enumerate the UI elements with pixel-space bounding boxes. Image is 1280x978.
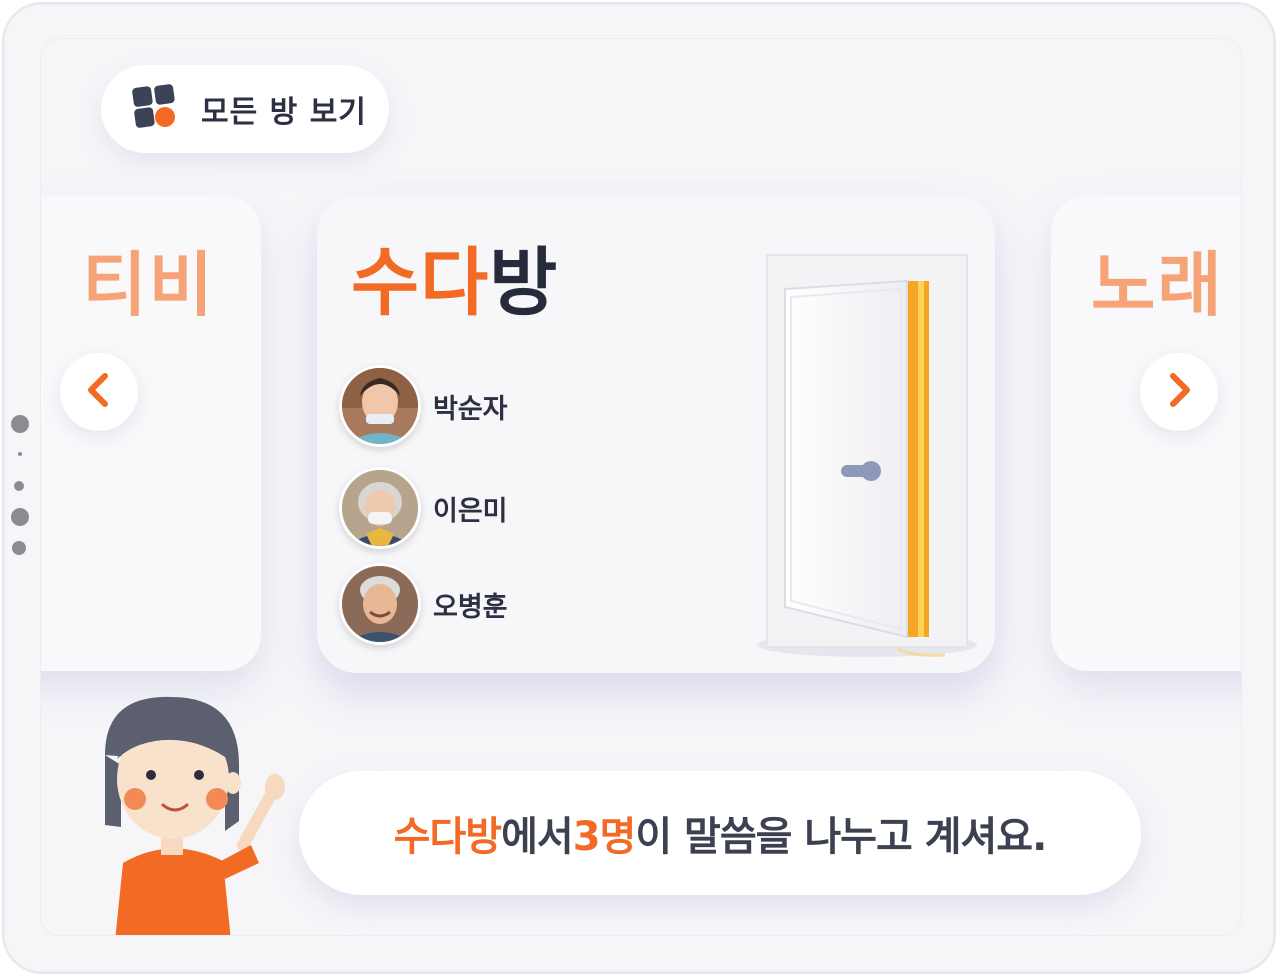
avatar bbox=[339, 467, 421, 549]
sensor-dot bbox=[12, 541, 26, 555]
member-item[interactable]: 박순자 bbox=[339, 365, 508, 447]
status-text: 이 말씀을 나누고 계셔요. bbox=[635, 814, 1047, 860]
chevron-right-icon bbox=[1159, 370, 1199, 414]
status-room-name: 수다방 bbox=[393, 814, 502, 860]
chevron-left-icon bbox=[79, 370, 119, 414]
room-card-chat[interactable]: 수다방 박순자 이은미 오병훈 bbox=[317, 195, 995, 673]
member-name: 박순자 bbox=[433, 393, 508, 425]
status-count: 3명 bbox=[572, 814, 637, 860]
avatar bbox=[339, 563, 421, 645]
camera-dot bbox=[11, 415, 29, 433]
room-card-karaoke[interactable]: 노래 bbox=[1051, 195, 1241, 671]
avatar bbox=[339, 365, 421, 447]
room-title: 수다방 bbox=[351, 223, 558, 330]
prev-room-button[interactable] bbox=[60, 353, 138, 431]
member-item[interactable]: 오병훈 bbox=[339, 563, 508, 645]
sensor-dot bbox=[14, 481, 24, 491]
room-title-rest: 방 bbox=[489, 240, 559, 326]
all-rooms-button[interactable]: 모든 방 보기 bbox=[101, 65, 389, 153]
status-message: 수다방 에서 3명 이 말씀을 나누고 계셔요. bbox=[299, 771, 1141, 895]
all-rooms-label: 모든 방 보기 bbox=[201, 95, 367, 130]
room-card-tv[interactable]: 티비 bbox=[41, 195, 261, 671]
member-item[interactable]: 이은미 bbox=[339, 467, 508, 549]
sensor-dot bbox=[11, 508, 29, 526]
guide-character-illustration bbox=[75, 695, 285, 935]
member-name: 오병훈 bbox=[433, 591, 508, 623]
room-title-accent: 수다 bbox=[351, 240, 490, 326]
sensor-dot bbox=[18, 452, 22, 456]
app-screen: 모든 방 보기 티비 노래 수다방 박순자 이은미 오병훈 수다방 에서 3명 … bbox=[40, 38, 1242, 936]
member-name: 이은미 bbox=[433, 495, 508, 527]
status-text: 에서 bbox=[501, 814, 574, 860]
grid-icon bbox=[131, 83, 179, 135]
next-room-button[interactable] bbox=[1140, 353, 1218, 431]
room-card-title: 티비 bbox=[82, 244, 215, 326]
door-illustration bbox=[717, 225, 977, 665]
room-card-title: 노래 bbox=[1091, 244, 1224, 326]
